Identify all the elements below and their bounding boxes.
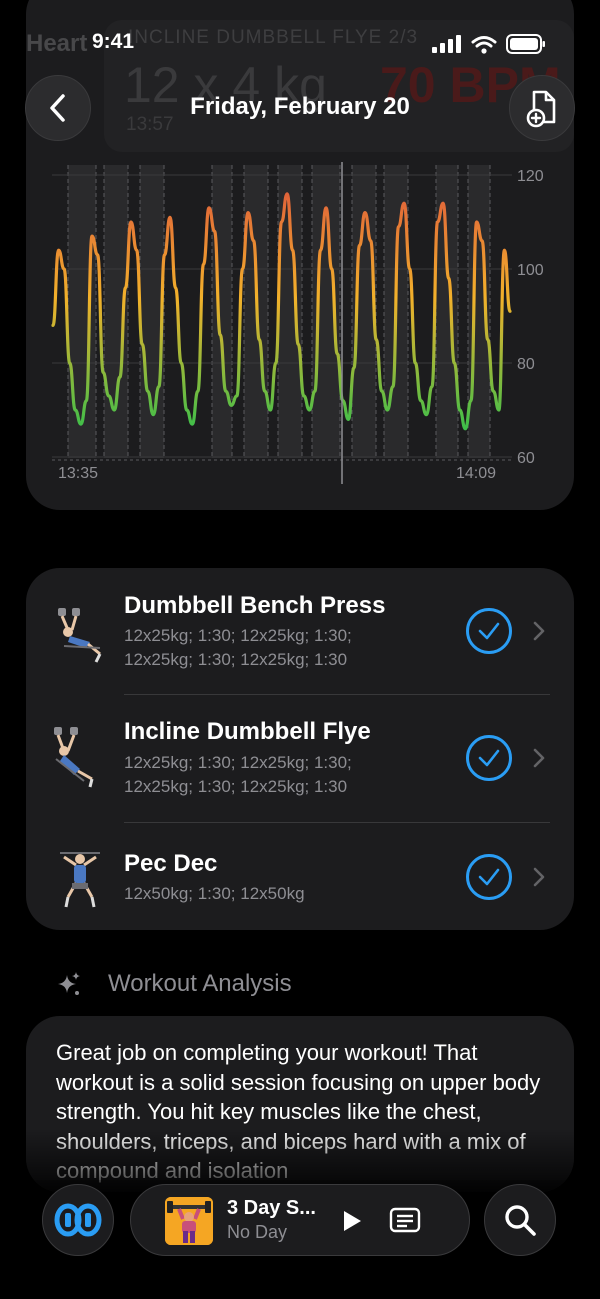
exercise-sets-line: 12x25kg; 1:30; 12x25kg; 1:30: [124, 777, 348, 796]
x-start-label: 13:35: [58, 465, 98, 482]
completed-checkmark[interactable]: [466, 735, 512, 781]
y-tick-label: 120: [517, 168, 544, 185]
completed-checkmark[interactable]: [466, 608, 512, 654]
chevron-right-icon: [533, 621, 545, 641]
exercise-sets: 12x50kg; 1:30; 12x50kg: [124, 882, 394, 906]
exercise-row-pec-dec[interactable]: Pec Dec 12x50kg; 1:30; 12x50kg: [26, 823, 574, 930]
chevron-right-icon: [533, 748, 545, 768]
sparkles-icon: [58, 972, 80, 995]
exercise-list-card: Dumbbell Bench Press 12x25kg; 1:30; 12x2…: [26, 568, 574, 930]
exercise-sets-line: 12x25kg; 1:30; 12x25kg; 1:30: [124, 650, 348, 669]
exercise-name: Pec Dec: [124, 850, 218, 877]
search-icon: [505, 1205, 536, 1236]
weightlifter-artwork-icon: [165, 1197, 213, 1245]
checkmark-icon: [478, 749, 500, 767]
exercise-sets-line: 12x25kg; 1:30; 12x25kg; 1:30;: [124, 626, 352, 645]
exercise-row-dumbbell-bench-press[interactable]: Dumbbell Bench Press 12x25kg; 1:30; 12x2…: [26, 568, 574, 694]
battery-icon: [506, 34, 545, 54]
player-title: 3 Day S...: [227, 1197, 316, 1219]
exercise-sets: 12x25kg; 1:30; 12x25kg; 1:30; 12x25kg; 1…: [124, 624, 394, 672]
wifi-icon: [471, 35, 497, 54]
list-icon[interactable]: [389, 1207, 421, 1233]
y-tick-label: 80: [517, 356, 535, 373]
exercise-sets-line: 12x25kg; 1:30; 12x25kg; 1:30;: [124, 753, 352, 772]
workout-analysis-header: Workout Analysis: [56, 970, 292, 998]
status-icons: [432, 34, 546, 54]
incline-flye-figure-icon: [54, 727, 94, 788]
player-subtitle: No Day: [227, 1222, 288, 1242]
exercise-sets: 12x25kg; 1:30; 12x25kg; 1:30; 12x25kg; 1…: [124, 751, 394, 799]
app-home-button[interactable]: [42, 1184, 114, 1256]
y-tick-label: 60: [517, 450, 535, 467]
checkmark-icon: [478, 622, 500, 640]
signal-icon: [432, 35, 461, 53]
exercise-row-incline-dumbbell-flye[interactable]: Incline Dumbbell Flye 12x25kg; 1:30; 12x…: [26, 695, 574, 822]
add-document-button[interactable]: [509, 75, 575, 141]
checkmark-icon: [478, 868, 500, 886]
exercise-name: Incline Dumbbell Flye: [124, 718, 371, 745]
exercise-name: Dumbbell Bench Press: [124, 592, 386, 619]
add-document-icon: [526, 90, 556, 128]
workout-artwork: [165, 1197, 213, 1245]
completed-checkmark[interactable]: [466, 854, 512, 900]
set-interval-band: [212, 165, 232, 458]
pec-dec-figure-icon: [60, 852, 100, 908]
workout-analysis-card[interactable]: Great job on completing your workout! Th…: [26, 1016, 574, 1192]
workout-analysis-title: Workout Analysis: [108, 970, 292, 997]
heart-rate-chart: 60 80 100 120 13:35 14:09: [51, 162, 544, 484]
search-button[interactable]: [484, 1184, 556, 1256]
chevron-right-icon: [533, 867, 545, 887]
status-time: 9:41: [92, 30, 135, 53]
workout-player-bar[interactable]: 3 Day S... No Day: [130, 1184, 470, 1256]
bench-press-figure-icon: [58, 608, 102, 663]
y-tick-label: 100: [517, 262, 544, 279]
app-logo-icon: [54, 1203, 102, 1237]
x-end-label: 14:09: [456, 465, 496, 482]
play-icon[interactable]: [341, 1209, 363, 1233]
exercise-sets-line: 12x50kg; 1:30; 12x50kg: [124, 884, 305, 903]
